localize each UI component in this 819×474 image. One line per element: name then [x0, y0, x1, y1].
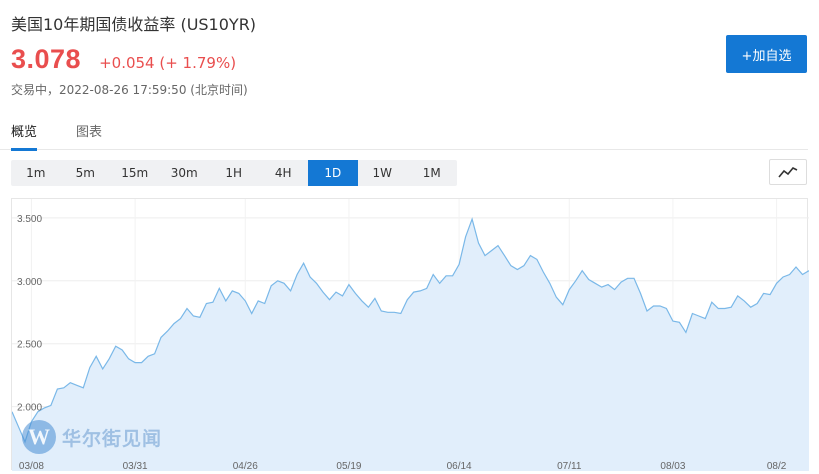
price-chart[interactable]: 3.500 3.000 2.500 2.000 03/08 03/31 04/26 05/19…: [11, 198, 809, 471]
period-1d[interactable]: 1D: [308, 160, 358, 186]
period-1h[interactable]: 1H: [209, 160, 259, 186]
period-1w[interactable]: 1W: [358, 160, 408, 186]
chart-type-button[interactable]: [769, 159, 807, 185]
y-tick-label: 3.500: [17, 214, 42, 225]
period-1mo[interactable]: 1M: [407, 160, 457, 186]
line-chart-icon: [778, 167, 798, 178]
y-tick-label: 3.000: [17, 277, 42, 288]
page-title: 美国10年期国债收益率 (US10YR): [11, 15, 257, 34]
period-selector: 1m 5m 15m 30m 1H 4H 1D 1W 1M: [11, 160, 457, 186]
period-15m[interactable]: 15m: [110, 160, 160, 186]
x-tick-label: 04/26: [233, 461, 258, 471]
x-tick-label: 08/03: [660, 461, 685, 471]
x-tick-label: 05/19: [336, 461, 361, 471]
period-30m[interactable]: 30m: [160, 160, 210, 186]
x-tick-label: 03/31: [123, 461, 148, 471]
add-to-watchlist-button[interactable]: +加自选: [726, 35, 807, 73]
tab-chart[interactable]: 图表: [76, 121, 102, 151]
tab-overview[interactable]: 概览: [11, 121, 38, 151]
area-fill: [12, 219, 809, 471]
x-tick-label: 08/2: [767, 461, 787, 471]
quote-row: 3.078 +0.054 (+ 1.79%): [11, 44, 236, 75]
y-tick-label: 2.500: [17, 340, 42, 351]
tab-bar: 概览 图表: [0, 118, 808, 151]
current-price: 3.078: [11, 44, 82, 74]
period-5m[interactable]: 5m: [61, 160, 111, 186]
x-tick-label: 07/11: [557, 461, 582, 471]
period-4h[interactable]: 4H: [259, 160, 309, 186]
x-tick-label: 03/08: [19, 461, 44, 471]
period-1m[interactable]: 1m: [11, 160, 61, 186]
price-chart-svg: 3.500 3.000 2.500 2.000 03/08 03/31 04/26 05/19…: [12, 199, 809, 471]
x-tick-label: 06/14: [447, 461, 472, 471]
y-tick-label: 2.000: [17, 403, 42, 414]
trading-status: 交易中，2022-08-26 17:59:50 (北京时间): [11, 83, 248, 97]
price-change: +0.054 (+ 1.79%): [99, 54, 237, 72]
